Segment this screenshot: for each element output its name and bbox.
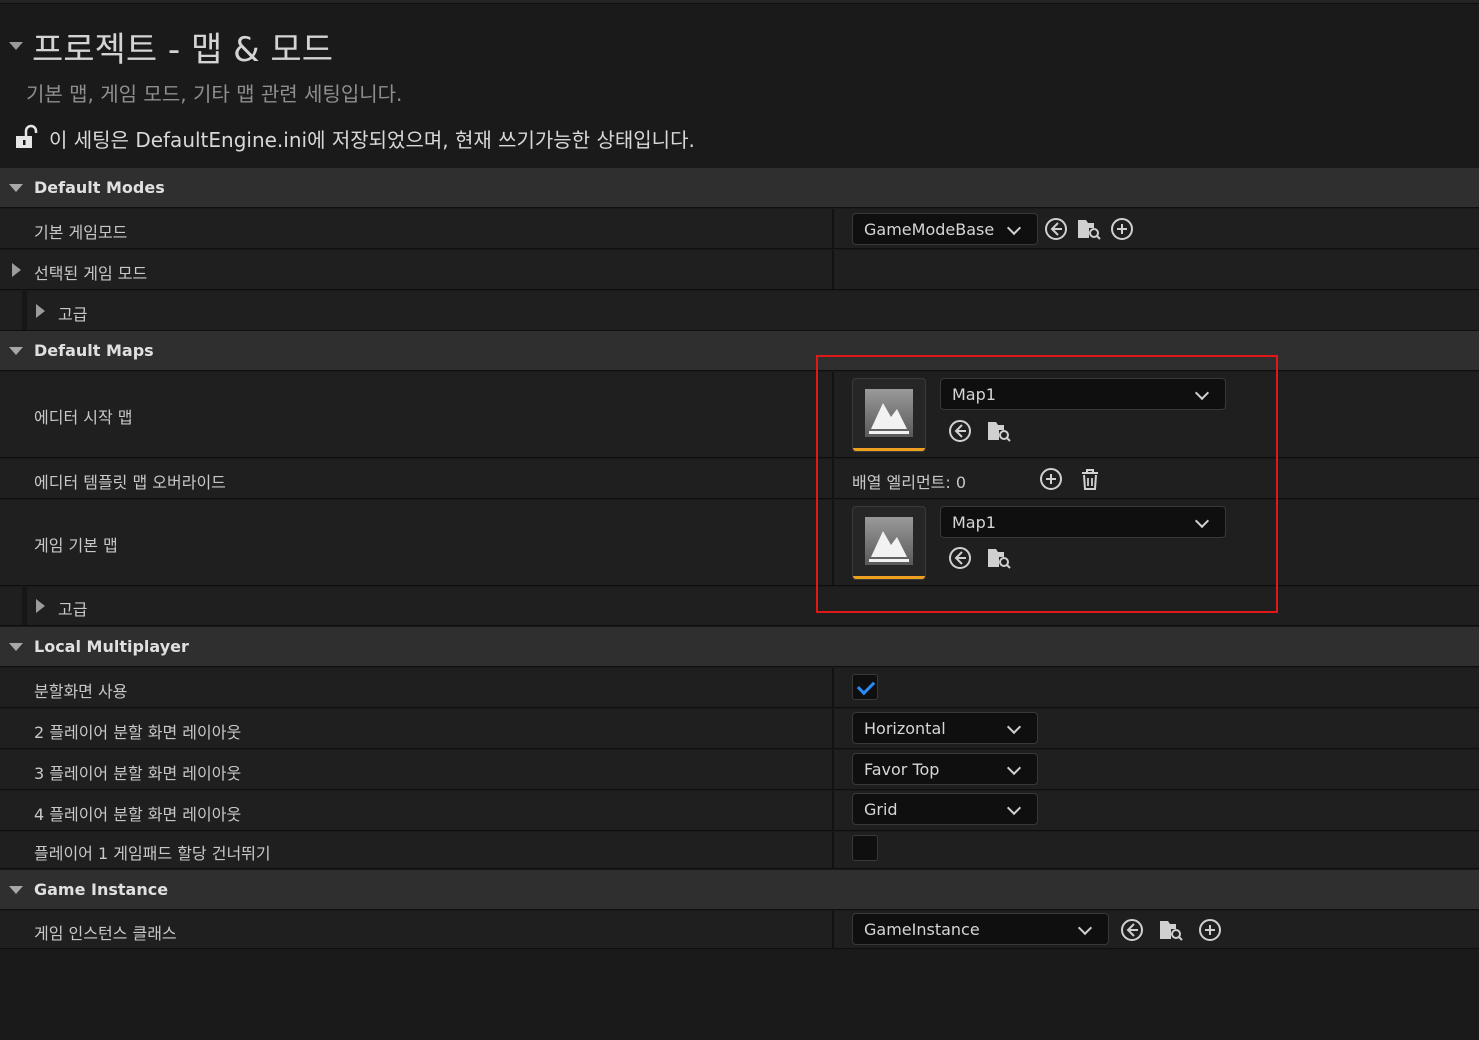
chevron-down-icon: [1077, 920, 1093, 936]
splitscreen-checkbox[interactable]: [852, 674, 878, 700]
chevron-down-icon: [1006, 220, 1022, 236]
combo-value: Horizontal: [864, 719, 946, 738]
three-player-layout-combo[interactable]: Favor Top: [852, 753, 1038, 785]
property-row-splitscreen: 분할화면 사용: [0, 668, 1479, 708]
add-circle-icon[interactable]: [1197, 917, 1223, 943]
expand-arrow-icon[interactable]: [12, 263, 21, 277]
advanced-label: 고급: [58, 305, 88, 324]
property-row-game-instance-class: 게임 인스턴스 클래스 GameInstance: [0, 911, 1479, 949]
use-selected-icon[interactable]: [1119, 917, 1145, 943]
config-file-note: 이 세팅은 DefaultEngine.ini에 저장되었으며, 현재 쓰기가능…: [49, 128, 695, 152]
game-instance-class-combo[interactable]: GameInstance: [852, 913, 1109, 945]
property-row-selected-gamemode[interactable]: 선택된 게임 모드: [0, 250, 1479, 290]
indent-bar: [22, 291, 27, 330]
category-label: Default Maps: [34, 341, 154, 360]
column-divider[interactable]: [832, 209, 834, 248]
category-label: Local Multiplayer: [34, 637, 189, 656]
indent-bar: [22, 587, 27, 625]
column-divider[interactable]: [832, 750, 834, 789]
category-game-instance[interactable]: Game Instance: [0, 870, 1479, 910]
use-selected-icon[interactable]: [1043, 216, 1069, 242]
column-divider[interactable]: [832, 250, 834, 289]
chevron-down-icon: [1006, 800, 1022, 816]
property-label: 4 플레이어 분할 화면 레이아웃: [34, 805, 242, 824]
advanced-row-modes[interactable]: 고급: [0, 291, 1479, 331]
property-row-two-player-layout: 2 플레이어 분할 화면 레이아웃 Horizontal: [0, 709, 1479, 749]
property-label: 에디터 시작 맵: [34, 408, 133, 427]
category-label: Game Instance: [34, 880, 169, 899]
unlock-icon: [14, 124, 38, 150]
property-label: 분할화면 사용: [34, 682, 128, 701]
property-label: 3 플레이어 분할 화면 레이아웃: [34, 764, 242, 783]
property-label: 게임 인스턴스 클래스: [34, 924, 177, 943]
expand-arrow-icon[interactable]: [36, 599, 45, 613]
column-divider[interactable]: [832, 911, 834, 948]
property-row-four-player-layout: 4 플레이어 분할 화면 레이아웃 Grid: [0, 791, 1479, 831]
property-label: 2 플레이어 분할 화면 레이아웃: [34, 723, 242, 742]
property-label: 기본 게임모드: [34, 223, 128, 242]
property-label: 게임 기본 맵: [34, 536, 118, 555]
combo-value: GameInstance: [864, 920, 980, 939]
skip-gamepad-checkbox[interactable]: [852, 835, 878, 861]
highlight-box: [816, 355, 1278, 613]
collapse-arrow-icon[interactable]: [9, 643, 23, 651]
property-row-default-gamemode: 기본 게임모드 GameModeBase: [0, 209, 1479, 249]
chevron-down-icon: [1006, 719, 1022, 735]
property-row-skip-gamepad: 플레이어 1 게임패드 할당 건너뛰기: [0, 832, 1479, 869]
two-player-layout-combo[interactable]: Horizontal: [852, 712, 1038, 744]
collapse-arrow-icon[interactable]: [9, 42, 23, 50]
combo-value: GameModeBase: [864, 220, 995, 239]
collapse-arrow-icon[interactable]: [9, 886, 23, 894]
combo-value: Favor Top: [864, 760, 940, 779]
page-title: 프로젝트 - 맵 & 모드: [32, 30, 333, 70]
column-divider[interactable]: [832, 832, 834, 868]
gamemode-combo[interactable]: GameModeBase: [852, 213, 1038, 245]
settings-header: 프로젝트 - 맵 & 모드 기본 맵, 게임 모드, 기타 맵 관련 세팅입니다…: [0, 4, 1479, 168]
property-label: 에디터 템플릿 맵 오버라이드: [34, 473, 226, 492]
advanced-label: 고급: [58, 600, 88, 619]
property-label: 선택된 게임 모드: [34, 264, 148, 283]
combo-value: Grid: [864, 800, 898, 819]
add-circle-icon[interactable]: [1109, 216, 1135, 242]
property-row-three-player-layout: 3 플레이어 분할 화면 레이아웃 Favor Top: [0, 750, 1479, 790]
category-local-multiplayer[interactable]: Local Multiplayer: [0, 627, 1479, 667]
browse-folder-icon[interactable]: [1076, 216, 1102, 242]
category-label: Default Modes: [34, 178, 165, 197]
column-divider[interactable]: [832, 709, 834, 748]
column-divider[interactable]: [832, 791, 834, 830]
collapse-arrow-icon[interactable]: [9, 184, 23, 192]
four-player-layout-combo[interactable]: Grid: [852, 793, 1038, 825]
property-label: 플레이어 1 게임패드 할당 건너뛰기: [34, 844, 271, 863]
chevron-down-icon: [1006, 760, 1022, 776]
expand-arrow-icon[interactable]: [36, 304, 45, 318]
page-description: 기본 맵, 게임 모드, 기타 맵 관련 세팅입니다.: [26, 82, 403, 106]
category-default-modes[interactable]: Default Modes: [0, 168, 1479, 208]
collapse-arrow-icon[interactable]: [9, 347, 23, 355]
column-divider[interactable]: [832, 668, 834, 707]
browse-folder-icon[interactable]: [1158, 917, 1184, 943]
